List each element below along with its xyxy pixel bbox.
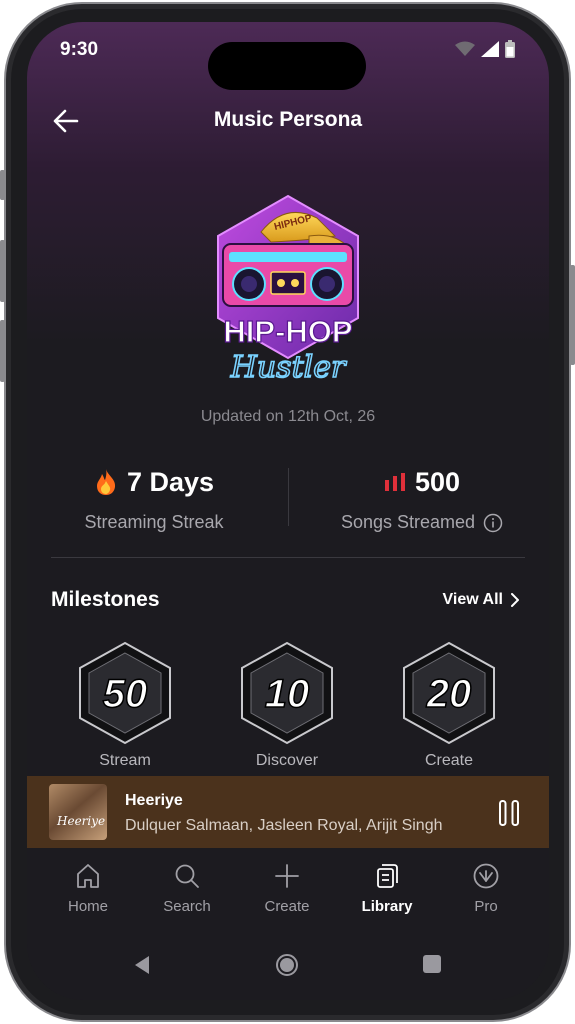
dynamic-island	[208, 42, 366, 90]
album-art-text: Heeriye	[57, 814, 106, 828]
info-icon[interactable]	[483, 513, 503, 533]
chevron-right-icon	[511, 593, 519, 607]
updated-date: Updated on 12th Oct, 26	[200, 408, 376, 425]
song-title: Heeriye	[125, 792, 183, 809]
songs-label: Songs Streamed	[340, 512, 476, 532]
milestone-stream[interactable]: 50 Stream	[65, 640, 185, 770]
status-icons	[455, 40, 515, 58]
pro-icon	[473, 863, 499, 889]
milestones-title: Milestones	[51, 588, 160, 611]
tab-create[interactable]: Create	[247, 862, 327, 915]
milestone-label: Create	[424, 752, 474, 769]
system-navigation-bar	[27, 938, 549, 1000]
milestone-create[interactable]: 20 Create	[389, 640, 509, 770]
milestone-hex-icon: 10	[241, 641, 333, 745]
streak-label: Streaming Streak	[84, 512, 224, 532]
library-icon	[377, 864, 398, 888]
milestone-number: 20	[426, 672, 472, 716]
volume-up-button	[0, 240, 5, 302]
home-icon	[77, 864, 99, 888]
tab-label: Pro	[474, 898, 498, 915]
tab-label: Search	[163, 898, 211, 915]
streak-value: 7 Days	[126, 466, 215, 497]
bars-icon	[384, 473, 405, 491]
nav-home-icon[interactable]	[275, 953, 299, 977]
badge-title-line2: Hustler	[230, 350, 347, 385]
pause-icon[interactable]	[497, 800, 521, 826]
tab-label: Library	[361, 898, 413, 915]
fire-icon	[96, 469, 116, 495]
view-all-link[interactable]: View All	[443, 591, 519, 609]
power-button	[570, 265, 575, 365]
status-time: 9:30	[60, 39, 99, 60]
badge-title-line1: HIP-HOP	[223, 314, 352, 349]
signal-icon	[481, 41, 499, 57]
nav-back-icon[interactable]	[131, 954, 153, 976]
mute-switch	[0, 170, 5, 200]
view-all-label: View All	[442, 591, 503, 608]
album-art: Heeriye	[49, 784, 107, 840]
milestone-number: 10	[265, 672, 310, 716]
persona-badge: HIPHOP HIP-HOP Hustler	[217, 194, 359, 386]
wifi-icon	[455, 41, 475, 56]
tab-search[interactable]: Search	[147, 862, 227, 915]
milestone-label: Discover	[255, 752, 319, 769]
nav-recents-icon[interactable]	[422, 954, 442, 974]
volume-down-button	[0, 320, 5, 382]
tab-pro[interactable]: Pro	[446, 862, 526, 915]
song-artists: Dulquer Salmaan, Jasleen Royal, Arijit S…	[125, 817, 443, 834]
tab-home[interactable]: Home	[48, 862, 128, 915]
milestone-number: 50	[103, 672, 148, 716]
bottom-tab-bar: Home Search Create Library Pro	[27, 848, 549, 938]
tab-label: Home	[67, 898, 108, 915]
milestone-discover[interactable]: 10 Discover	[227, 640, 347, 770]
app-screen: 9:30 Music Persona HIPHOP HIP-HOP Hustle…	[27, 22, 549, 1000]
page-title: Music Persona	[213, 108, 363, 131]
plus-icon	[275, 864, 299, 888]
streaming-streak-stat: 7 Days Streaming Streak	[39, 464, 269, 533]
section-divider	[51, 557, 525, 558]
milestone-hex-icon: 50	[79, 641, 171, 745]
tab-library[interactable]: Library	[347, 862, 427, 915]
milestone-hex-icon: 20	[403, 641, 495, 745]
milestone-label: Stream	[99, 752, 151, 769]
stat-divider	[288, 468, 289, 526]
songs-value: 500	[414, 466, 461, 497]
tab-label: Create	[264, 898, 310, 915]
songs-streamed-stat: 500 Songs Streamed	[307, 464, 537, 533]
search-icon	[175, 864, 199, 888]
mini-player[interactable]: Heeriye Heeriye Dulquer Salmaan, Jasleen…	[27, 776, 549, 848]
battery-icon	[505, 40, 515, 58]
